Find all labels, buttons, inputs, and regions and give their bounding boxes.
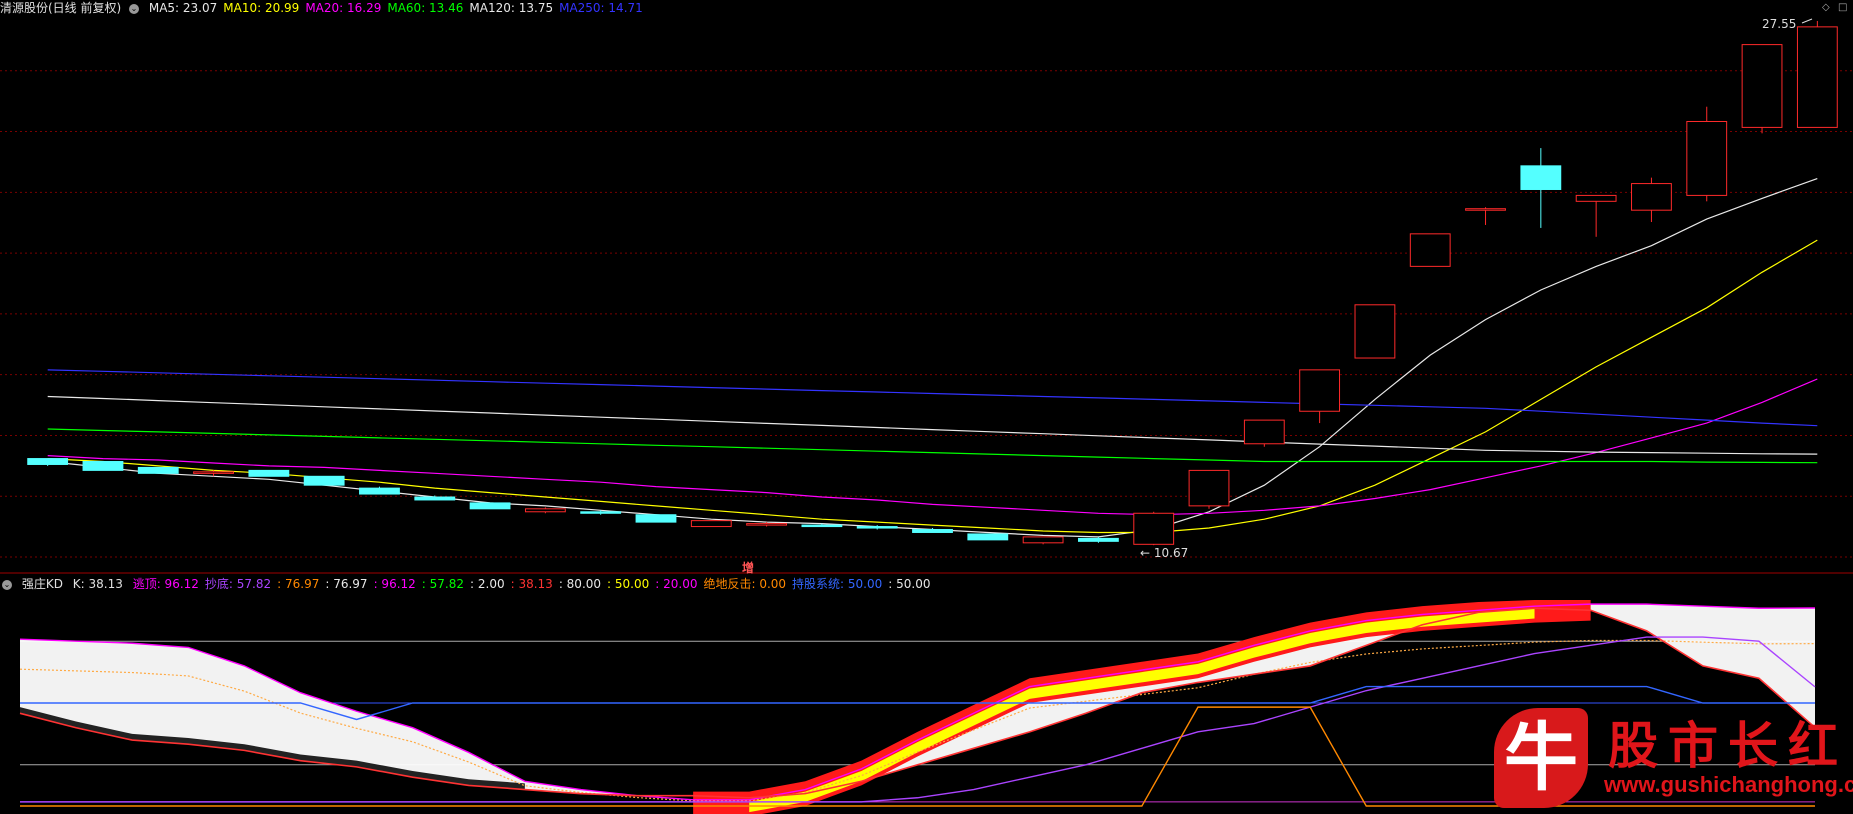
- candle-body: [1078, 537, 1119, 542]
- price-chart[interactable]: 27.55 ← 10.67 增: [0, 0, 1853, 574]
- candle-body: [82, 461, 124, 471]
- kd-legend-item-13: : 50.00: [888, 577, 931, 591]
- high-price-pointer: [1801, 18, 1813, 24]
- candle-body: [580, 511, 622, 514]
- candle-body: [746, 523, 788, 526]
- watermark-logo: 牛: [1494, 708, 1588, 808]
- candle-body: [967, 533, 1009, 541]
- candle-body: [137, 466, 179, 474]
- kd-legend-item-12: 持股系统: 50.00: [792, 577, 883, 591]
- candle-body: [469, 502, 511, 510]
- kd-legend-item-4: : 96.12: [373, 577, 416, 591]
- candle-body: [690, 520, 732, 528]
- low-price-label: ← 10.67: [1140, 546, 1188, 560]
- kd-legend-item-6: : 2.00: [470, 577, 505, 591]
- kd-legend-item-11: 绝地反击: 0.00: [703, 577, 787, 591]
- candle-body: [359, 487, 400, 495]
- candle-body: [524, 508, 566, 513]
- candle-body: [1575, 194, 1617, 202]
- candle-body: [303, 475, 345, 486]
- signal-label: 增: [742, 560, 754, 574]
- candle-body: [801, 524, 843, 528]
- candle-body: [1299, 369, 1341, 412]
- kd-legend-item-3: : 76.97: [325, 577, 368, 591]
- candle-body: [1686, 120, 1728, 196]
- ma-line-ma20: [47, 378, 1818, 516]
- candle-body: [912, 529, 953, 533]
- high-price-label: 27.55: [1762, 17, 1796, 31]
- watermark-name: 股市长红: [1608, 716, 1848, 775]
- candle-body: [1354, 304, 1396, 359]
- candle-body: [1409, 233, 1451, 267]
- watermark: 牛 股市长红 www.gushichanghong.com: [1488, 706, 1853, 814]
- kd-legend-item-0: 逃顶: 96.12: [132, 577, 199, 591]
- candle-body: [27, 458, 69, 465]
- ma-line-ma250: [47, 369, 1818, 427]
- candle-body: [635, 514, 677, 523]
- kd-legend-item-9: : 50.00: [607, 577, 650, 591]
- candle-body: [414, 496, 456, 501]
- watermark-url: www.gushichanghong.com: [1604, 772, 1853, 797]
- candle-body: [248, 469, 290, 477]
- candle-body: [1631, 183, 1672, 211]
- collapse-icon[interactable]: ⌄: [2, 579, 12, 590]
- candle-body: [1465, 208, 1506, 211]
- candle-body: [856, 526, 898, 529]
- candle-body: [1520, 165, 1562, 190]
- ma-line-ma120: [47, 395, 1818, 455]
- ma-line-ma60: [47, 428, 1818, 464]
- candle-body: [1133, 512, 1175, 545]
- candle-body: [1741, 44, 1783, 128]
- kd-legend-item-8: : 80.00: [558, 577, 602, 591]
- candle-body: [1243, 419, 1285, 445]
- kd-legend-item-7: : 38.13: [510, 577, 553, 591]
- indicator-title[interactable]: 强庄KD: [22, 577, 63, 591]
- kd-legend-item-5: : 57.82: [421, 577, 465, 591]
- kd-legend-item-1: 抄底: 57.82: [204, 577, 272, 591]
- candle-body: [1022, 536, 1064, 544]
- kd-legend-item-10: : 20.00: [655, 577, 698, 591]
- candle-body: [1188, 469, 1230, 507]
- kd-legend-item-2: : 76.97: [277, 577, 320, 591]
- ma-line-ma10: [47, 239, 1818, 534]
- indicator-header: ⌄ 强庄KD K: 38.13 逃顶: 96.12 抄底: 57.82 : 76.9…: [0, 576, 942, 592]
- candle-body: [1796, 26, 1838, 128]
- k-value: K: 38.13: [72, 577, 123, 591]
- candle-body: [193, 471, 234, 474]
